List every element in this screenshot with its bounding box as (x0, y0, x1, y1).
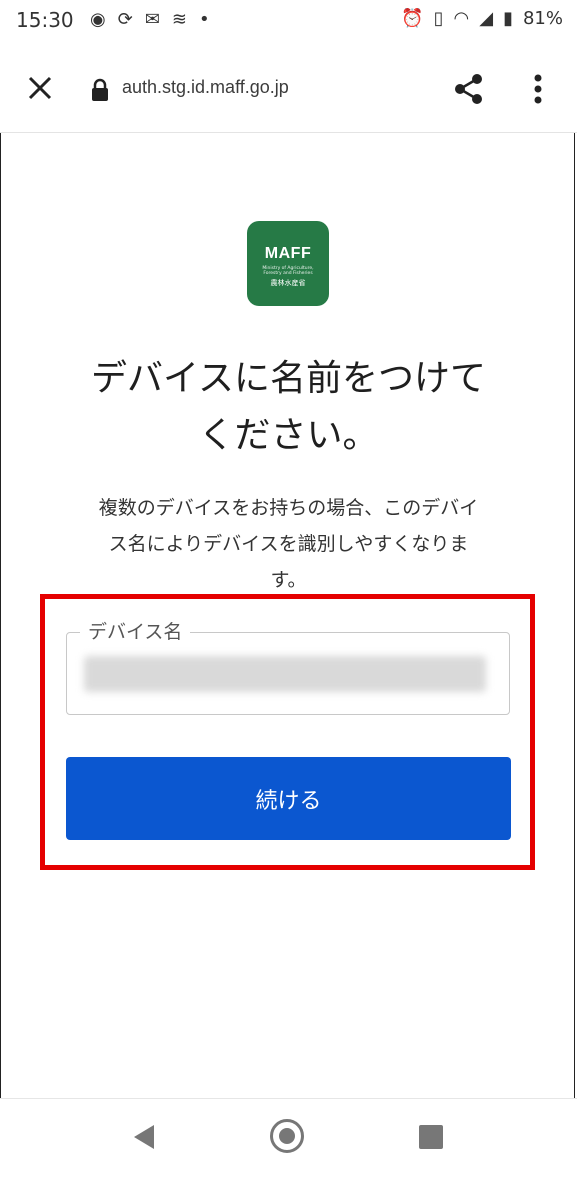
sync-icon: ⟳ (117, 9, 133, 30)
url-text[interactable]: auth.stg.id.maff.go.jp (122, 77, 289, 98)
description-line3: す。 (270, 569, 307, 591)
system-nav-bar (0, 1098, 577, 1181)
maff-logo: MAFF Ministry of Agriculture, Forestry a… (247, 221, 329, 306)
browser-toolbar: auth.stg.id.maff.go.jp (0, 46, 577, 133)
cell-signal-icon: ◢ (479, 8, 494, 29)
close-icon[interactable] (22, 70, 58, 106)
back-icon[interactable] (132, 1123, 158, 1151)
logo-kanji-text: 農林水産省 (270, 279, 306, 287)
home-icon-inner (279, 1128, 295, 1144)
dot-icon: • (199, 9, 210, 30)
gmail-icon: ✉ (144, 9, 160, 30)
device-name-value-blurred (84, 656, 486, 692)
device-name-label: デバイス名 (80, 617, 191, 644)
page-title-line1: デバイスに名前をつけて (91, 358, 486, 399)
vibrate-icon: ▯ (433, 8, 444, 29)
notification-icon: ◉ (90, 9, 106, 30)
more-menu-icon[interactable] (526, 70, 550, 110)
home-icon[interactable] (270, 1119, 304, 1153)
page-title: デバイスに名前をつけて ください。 (40, 350, 537, 464)
status-system-icons: ⏰ ▯ ◠ ◢ ▮ 81% (401, 8, 563, 29)
continue-button[interactable]: 続ける (66, 757, 511, 840)
continue-button-label: 続ける (255, 788, 322, 814)
battery-icon: ▮ (503, 8, 513, 29)
status-notification-icons: ◉ ⟳ ✉ ≋ • (90, 9, 210, 31)
logo-sub-text: Ministry of Agriculture, Forestry and Fi… (262, 266, 314, 276)
description-line1: 複数のデバイスをお持ちの場合、このデバイ (98, 497, 479, 519)
lock-icon (92, 78, 108, 101)
battery-percent: 81% (522, 8, 563, 29)
wifi-icon: ◠ (453, 8, 470, 29)
status-time: 15:30 (16, 8, 74, 32)
status-bar: 15:30 ◉ ⟳ ✉ ≋ • ⏰ ▯ ◠ ◢ ▮ 81% (0, 0, 577, 46)
share-icon[interactable] (452, 72, 486, 106)
logo-main-text: MAFF (264, 245, 312, 262)
page-description: 複数のデバイスをお持ちの場合、このデバイ ス名によりデバイスを識別しやすくなりま… (58, 490, 519, 598)
page-title-line2: ください。 (198, 415, 379, 456)
signal-icon: ≋ (171, 9, 187, 30)
recent-apps-icon[interactable] (419, 1125, 443, 1149)
description-line2: ス名によりデバイスを識別しやすくなりま (108, 533, 469, 555)
alarm-icon: ⏰ (401, 8, 424, 29)
